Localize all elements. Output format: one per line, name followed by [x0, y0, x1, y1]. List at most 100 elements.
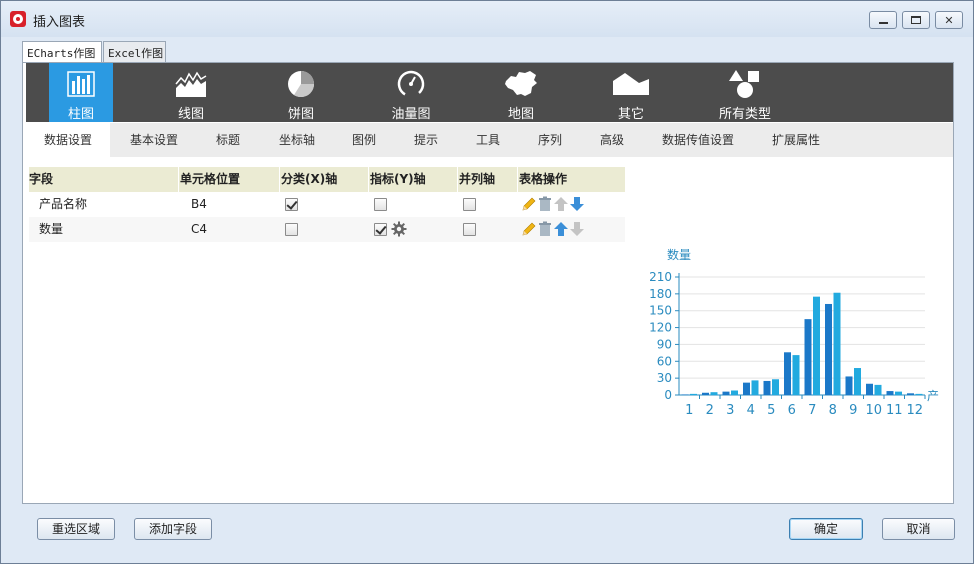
cell-position: B4 [191, 197, 207, 211]
move-down-icon[interactable] [569, 196, 585, 212]
reselect-range-button[interactable]: 重选区域 [37, 518, 115, 540]
x-axis-checkbox[interactable] [285, 223, 298, 236]
close-button[interactable]: ✕ [935, 11, 963, 29]
bar [784, 352, 791, 395]
tab-series[interactable]: 序列 [522, 123, 578, 157]
chart-type-label: 饼图 [287, 107, 314, 122]
y-tick-label: 60 [657, 354, 672, 368]
insert-chart-dialog: 插入图表 ✕ ECharts作图 Excel作图 柱图 线图 饼图 油量图 地图… [0, 0, 974, 564]
window-title: 插入图表 [33, 15, 86, 30]
header-y-axis: 指标(Y)轴 [370, 167, 458, 192]
cell-position: C4 [191, 222, 208, 236]
area-chart-icon [175, 67, 207, 100]
delete-trash-icon[interactable] [537, 196, 553, 212]
tab-extended-props[interactable]: 扩展属性 [756, 123, 836, 157]
y-tick-label: 150 [649, 304, 672, 318]
chart-type-all[interactable]: 所有类型 [709, 63, 781, 122]
x-axis-checkbox[interactable] [285, 198, 298, 211]
table-header-row: 字段 单元格位置 分类(X)轴 指标(Y)轴 并列轴 表格操作 [29, 167, 625, 192]
tab-data-settings[interactable]: 数据设置 [26, 123, 110, 157]
settings-sub-tabs: 数据设置 基本设置 标题 坐标轴 图例 提示 工具 序列 高级 数据传值设置 扩… [26, 123, 953, 157]
tab-echarts[interactable]: ECharts作图 [22, 41, 102, 64]
tab-axis[interactable]: 坐标轴 [264, 123, 330, 157]
tab-tools[interactable]: 工具 [460, 123, 516, 157]
tab-excel[interactable]: Excel作图 [103, 41, 166, 63]
tab-tooltip[interactable]: 提示 [398, 123, 454, 157]
gauge-icon [396, 67, 426, 100]
bar [702, 392, 709, 395]
y-tick-label: 120 [649, 321, 672, 335]
chart-type-label: 所有类型 [718, 107, 771, 122]
bar [710, 392, 718, 395]
edit-pencil-icon[interactable] [521, 221, 537, 237]
minimize-button[interactable] [869, 11, 897, 29]
bar [743, 382, 750, 395]
tab-data-passing[interactable]: 数据传值设置 [648, 123, 748, 157]
bar [886, 391, 894, 395]
gear-icon[interactable] [391, 221, 407, 237]
table-row: 数量 C4 [29, 217, 625, 242]
bar [874, 384, 882, 395]
x-tick-label: 5 [767, 403, 775, 418]
add-field-button[interactable]: 添加字段 [134, 518, 212, 540]
maximize-button[interactable] [902, 11, 930, 29]
header-x-axis: 分类(X)轴 [281, 167, 369, 192]
move-up-icon[interactable] [553, 196, 569, 212]
bar [690, 393, 697, 395]
chart-type-pie[interactable]: 饼图 [269, 63, 333, 122]
y-axis-checkbox[interactable] [374, 223, 387, 236]
y-tick-label: 0 [664, 388, 672, 402]
title-bar: 插入图表 ✕ [1, 1, 973, 37]
chart-type-bar-chart[interactable]: 柱图 [49, 63, 113, 122]
tab-legend[interactable]: 图例 [336, 123, 392, 157]
x-tick-label: 2 [706, 403, 714, 418]
chart-type-line[interactable]: 线图 [159, 63, 223, 122]
bar [866, 383, 873, 395]
tab-basic-settings[interactable]: 基本设置 [114, 123, 194, 157]
app-logo-icon [10, 11, 26, 27]
x-tick-label: 1 [685, 403, 693, 418]
x-tick-label: 7 [808, 403, 816, 418]
bar [825, 303, 832, 395]
x-tick-label: 8 [829, 403, 837, 418]
bar [722, 391, 730, 395]
bar [804, 319, 812, 395]
pie-chart-icon [286, 67, 316, 100]
parallel-axis-checkbox[interactable] [463, 198, 476, 211]
bar [763, 380, 771, 395]
field-table: 字段 单元格位置 分类(X)轴 指标(Y)轴 并列轴 表格操作 产品名称 B4 [29, 167, 625, 242]
bar [813, 296, 820, 395]
bar [833, 292, 841, 395]
y-tick-label: 30 [657, 371, 672, 385]
chart-type-other[interactable]: 其它 [599, 63, 663, 122]
x-axis-label: 产 [927, 389, 939, 403]
field-name: 数量 [39, 222, 64, 236]
chart-type-gauge[interactable]: 油量图 [379, 63, 443, 122]
move-up-icon[interactable] [553, 221, 569, 237]
field-name: 产品名称 [39, 197, 88, 211]
table-row: 产品名称 B4 [29, 192, 625, 217]
tab-title[interactable]: 标题 [200, 123, 256, 157]
chart-type-label: 柱图 [67, 107, 94, 122]
delete-trash-icon[interactable] [537, 221, 553, 237]
x-tick-label: 6 [788, 403, 796, 418]
y-axis-checkbox[interactable] [374, 198, 387, 211]
mountain-icon [613, 67, 649, 100]
move-down-icon[interactable] [569, 221, 585, 237]
chart-type-map[interactable]: 地图 [489, 63, 553, 122]
cancel-button[interactable]: 取消 [882, 518, 955, 540]
bar [895, 391, 902, 395]
chart-settings-panel: 柱图 线图 饼图 油量图 地图 其它 所有类型 数据设置 基本设置 标题 坐标轴… [22, 62, 954, 504]
parallel-axis-checkbox[interactable] [463, 223, 476, 236]
bar [681, 394, 689, 395]
y-tick-label: 180 [649, 287, 672, 301]
china-map-icon [503, 67, 539, 100]
bar [907, 393, 914, 395]
edit-pencil-icon[interactable] [521, 196, 537, 212]
chart-type-label: 油量图 [391, 107, 431, 122]
maximize-icon [911, 16, 921, 24]
ok-button[interactable]: 确定 [789, 518, 863, 540]
close-icon: ✕ [944, 13, 954, 27]
chart-type-label: 其它 [617, 107, 644, 122]
tab-advanced[interactable]: 高级 [584, 123, 640, 157]
